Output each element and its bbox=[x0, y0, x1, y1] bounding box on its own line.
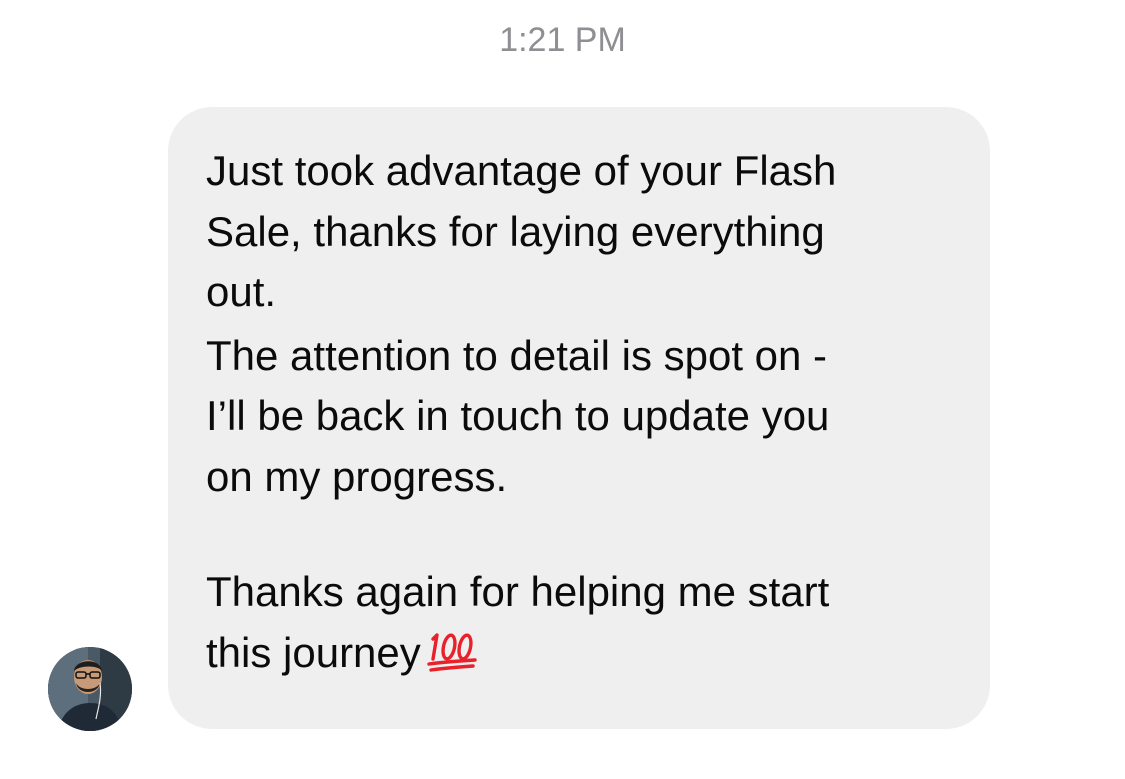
message-text: this journey bbox=[206, 628, 421, 676]
message-text-line: on my progress. bbox=[206, 452, 508, 500]
hundred-points-emoji-icon bbox=[427, 632, 477, 672]
message-text-line: Thanks again for helping me start bbox=[206, 568, 830, 615]
avatar-photo-icon bbox=[48, 647, 132, 731]
message-timestamp: 1:21 PM bbox=[499, 21, 626, 59]
message-text-line: Sale, thanks for laying everything bbox=[206, 207, 825, 255]
incoming-message-bubble[interactable]: Just took advantage of your Flash Sale, … bbox=[168, 107, 990, 729]
message-text-line: I’ll be back in touch to update you bbox=[206, 392, 830, 439]
message-text-line: The attention to detail is spot on - bbox=[206, 331, 828, 379]
message-text-line-with-emoji: this journey bbox=[206, 623, 960, 684]
sender-avatar[interactable] bbox=[48, 647, 132, 731]
message-text-line: out. bbox=[206, 268, 277, 315]
message-text-line: Just took advantage of your Flash bbox=[206, 147, 837, 194]
